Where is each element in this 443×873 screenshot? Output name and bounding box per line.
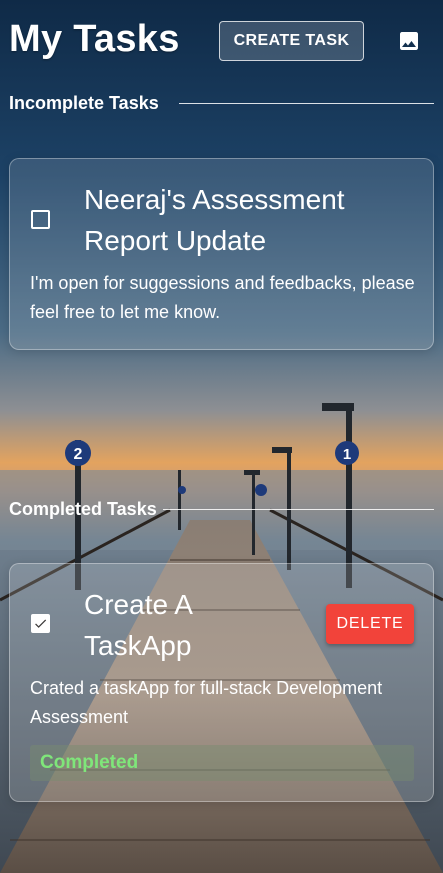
checkmark-icon	[35, 619, 47, 628]
task-card: Create A TaskApp DELETE Crated a taskApp…	[9, 563, 434, 802]
task-card: Neeraj's Assessment Report Update I'm op…	[9, 158, 434, 350]
incomplete-tasks-header: Incomplete Tasks	[9, 93, 434, 114]
task-title: Create A TaskApp	[84, 589, 192, 661]
task-checkbox-checked[interactable]	[31, 614, 50, 633]
status-badge: Completed	[30, 745, 414, 781]
svg-text:2: 2	[74, 446, 83, 463]
section-label: Incomplete Tasks	[9, 93, 159, 113]
task-checkbox[interactable]	[31, 210, 50, 229]
task-description: Crated a taskApp for full-stack Developm…	[30, 678, 383, 727]
completed-tasks-header: Completed Tasks	[9, 499, 434, 520]
task-description: I'm open for suggessions and feedbacks, …	[30, 273, 415, 322]
section-label: Completed Tasks	[9, 499, 157, 519]
delete-button[interactable]: DELETE	[326, 604, 414, 644]
divider	[178, 103, 434, 104]
divider	[162, 509, 434, 510]
task-title: Neeraj's Assessment Report Update	[84, 184, 345, 256]
create-task-button[interactable]: CREATE TASK	[219, 21, 364, 61]
image-icon[interactable]	[397, 29, 421, 53]
page-title: My Tasks	[9, 18, 180, 60]
svg-text:1: 1	[343, 446, 351, 463]
